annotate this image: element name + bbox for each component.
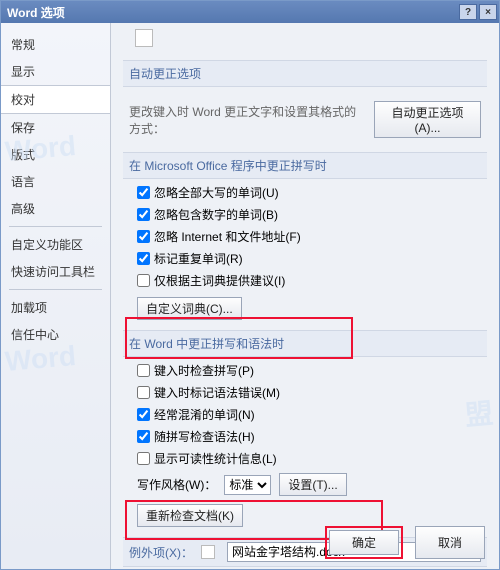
sidebar-item-customize-ribbon[interactable]: 自定义功能区 (1, 231, 110, 258)
titlebar: Word 选项 ? × (1, 1, 499, 23)
sidebar-item-trust-center[interactable]: 信任中心 (1, 321, 110, 348)
page-icon (135, 29, 153, 47)
section-word-head: 在 Word 中更正拼写和语法时 (123, 330, 487, 357)
sidebar-item-general[interactable]: 常规 (1, 31, 110, 58)
chk-check-spelling-typing[interactable] (137, 364, 150, 377)
help-icon[interactable]: ? (459, 4, 477, 20)
settings-button[interactable]: 设置(T)... (279, 473, 346, 496)
sidebar-item-addins[interactable]: 加载项 (1, 294, 110, 321)
sidebar: Word Word 常规 显示 校对 保存 版式 语言 高级 自定义功能区 快速… (1, 23, 111, 569)
main-panel: 盟 自动更正选项 更改键入时 Word 更正文字和设置其格式的方式： 自动更正选… (111, 23, 499, 569)
sidebar-item-layout[interactable]: 版式 (1, 141, 110, 168)
section-office-head: 在 Microsoft Office 程序中更正拼写时 (123, 152, 487, 179)
chk-confused-words[interactable] (137, 408, 150, 421)
chk-flag-repeated[interactable] (137, 252, 150, 265)
chk-ignore-uppercase[interactable] (137, 186, 150, 199)
word-options-window: Word 选项 ? × Word Word 常规 显示 校对 保存 版式 语言 … (0, 0, 500, 570)
sidebar-item-quick-access[interactable]: 快速访问工具栏 (1, 258, 110, 285)
chk-readability-stats[interactable] (137, 452, 150, 465)
sidebar-item-save[interactable]: 保存 (1, 114, 110, 141)
sidebar-item-language[interactable]: 语言 (1, 168, 110, 195)
autocorrect-desc: 更改键入时 Word 更正文字和设置其格式的方式： (129, 103, 368, 137)
chk-mark-grammar-typing[interactable] (137, 386, 150, 399)
chk-main-dict-only[interactable] (137, 274, 150, 287)
sidebar-item-display[interactable]: 显示 (1, 58, 110, 85)
sidebar-item-advanced[interactable]: 高级 (1, 195, 110, 222)
window-title: Word 选项 (7, 4, 65, 21)
chk-ignore-numbers[interactable] (137, 208, 150, 221)
autocorrect-options-button[interactable]: 自动更正选项(A)... (374, 101, 481, 138)
writing-style-label: 写作风格(W)： (137, 476, 216, 493)
sidebar-item-proofing[interactable]: 校对 (1, 85, 110, 114)
chk-grammar-with-spelling[interactable] (137, 430, 150, 443)
close-icon[interactable]: × (479, 4, 497, 20)
custom-dict-button[interactable]: 自定义词典(C)... (137, 297, 242, 320)
recheck-doc-button[interactable]: 重新检查文档(K) (137, 504, 243, 527)
section-autocorrect-head: 自动更正选项 (123, 60, 487, 87)
chk-ignore-internet[interactable] (137, 230, 150, 243)
ok-button[interactable]: 确定 (329, 530, 399, 555)
writing-style-select[interactable]: 标准 (224, 475, 271, 495)
document-icon (201, 545, 215, 559)
cancel-button[interactable]: 取消 (415, 526, 485, 559)
